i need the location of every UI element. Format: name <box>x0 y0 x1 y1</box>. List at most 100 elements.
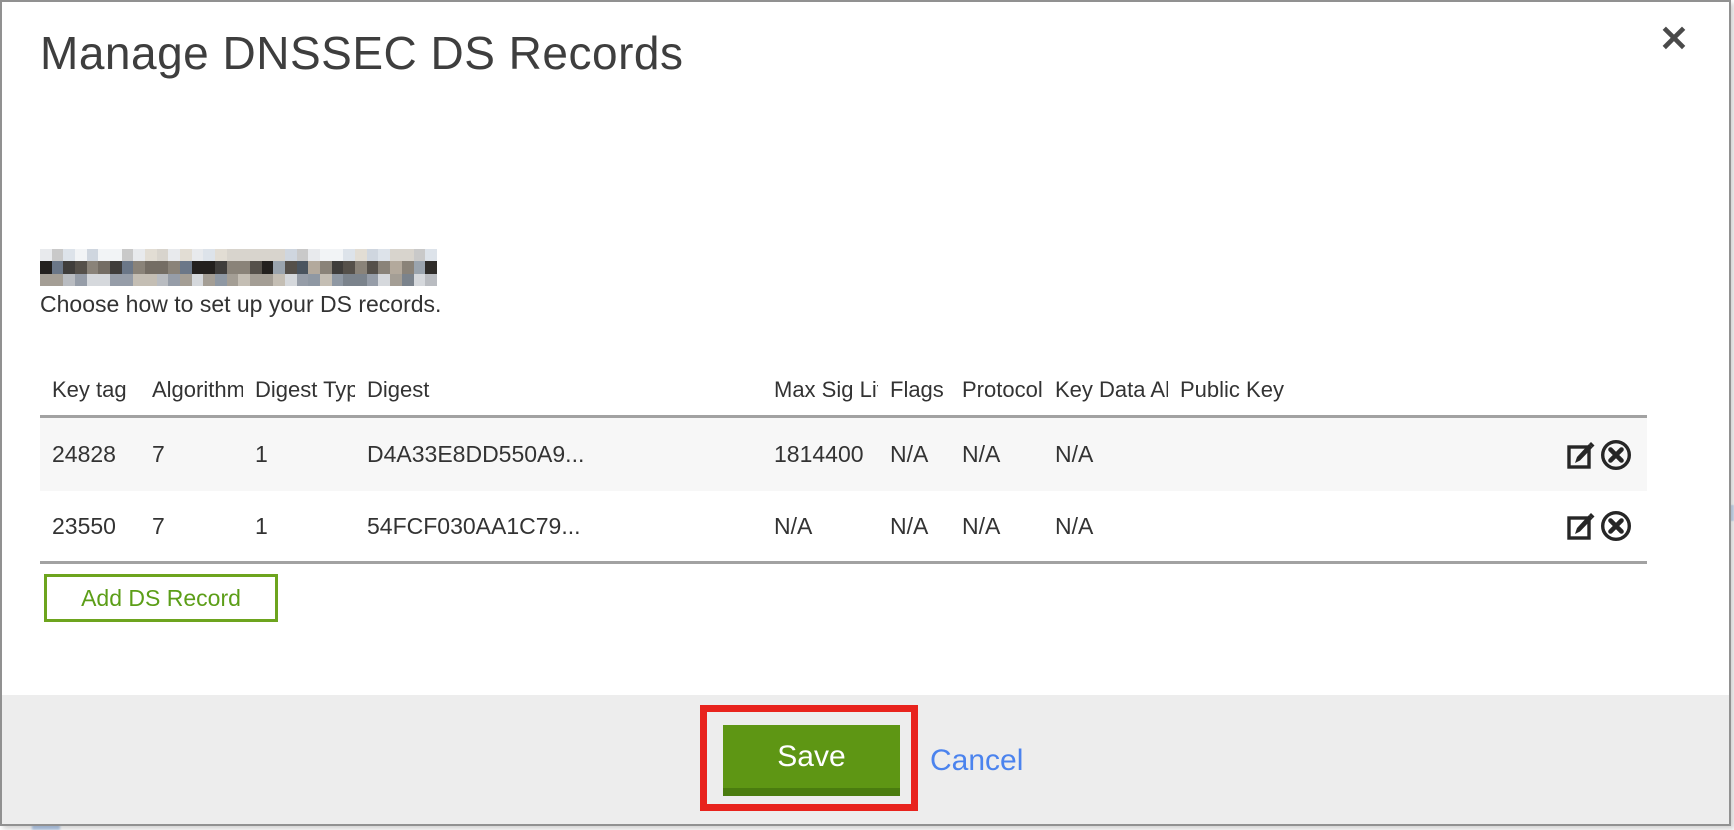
mosaic-cell <box>414 249 426 261</box>
cell-key-data-alg: N/A <box>1043 513 1168 540</box>
cell-key-tag: 23550 <box>40 513 140 540</box>
edit-record-icon[interactable] <box>1564 508 1598 544</box>
delete-record-icon[interactable] <box>1599 437 1633 473</box>
mosaic-cell <box>332 261 344 273</box>
mosaic-cell <box>297 249 309 261</box>
mosaic-cell <box>238 249 250 261</box>
mosaic-cell <box>98 261 110 273</box>
mosaic-cell <box>110 261 122 273</box>
mosaic-cell <box>390 249 402 261</box>
mosaic-cell <box>285 274 297 286</box>
mosaic-cell <box>343 261 355 273</box>
column-header-key-data-alg: Key Data Alg <box>1043 377 1168 403</box>
table-header-row: Key tag Algorithm Digest Type Digest Max… <box>40 365 1647 415</box>
column-header-digest: Digest <box>355 377 762 403</box>
mosaic-cell <box>355 249 367 261</box>
column-header-flags: Flags <box>878 377 950 403</box>
mosaic-cell <box>40 274 52 286</box>
cell-digest: D4A33E8DD550A9... <box>355 441 762 468</box>
mosaic-cell <box>215 261 227 273</box>
mosaic-cell <box>378 261 390 273</box>
mosaic-cell <box>227 261 239 273</box>
mosaic-cell <box>308 261 320 273</box>
mosaic-cell <box>157 249 169 261</box>
mosaic-cell <box>75 274 87 286</box>
mosaic-cell <box>180 274 192 286</box>
mosaic-cell <box>355 274 367 286</box>
cell-max-sig-life: N/A <box>762 513 878 540</box>
column-header-max-sig-life: Max Sig Life <box>762 377 878 403</box>
mosaic-cell <box>168 249 180 261</box>
mosaic-cell <box>63 274 75 286</box>
add-ds-record-button[interactable]: Add DS Record <box>44 574 278 622</box>
mosaic-cell <box>192 274 204 286</box>
column-header-key-tag: Key tag <box>40 377 140 403</box>
mosaic-cell <box>250 274 262 286</box>
mosaic-cell <box>343 249 355 261</box>
mosaic-cell <box>320 249 332 261</box>
column-header-algorithm: Algorithm <box>140 377 243 403</box>
mosaic-cell <box>133 261 145 273</box>
mosaic-cell <box>390 261 402 273</box>
mosaic-cell <box>157 274 169 286</box>
mosaic-cell <box>367 249 379 261</box>
mosaic-cell <box>308 274 320 286</box>
mosaic-cell <box>215 249 227 261</box>
mosaic-cell <box>227 274 239 286</box>
mosaic-cell <box>367 261 379 273</box>
mosaic-row <box>40 274 437 286</box>
cell-max-sig-life: 1814400 <box>762 441 878 468</box>
save-button[interactable]: Save <box>723 725 900 796</box>
cell-digest: 54FCF030AA1C79... <box>355 513 762 540</box>
mosaic-cell <box>262 261 274 273</box>
mosaic-cell <box>343 274 355 286</box>
mosaic-cell <box>320 274 332 286</box>
mosaic-cell <box>332 274 344 286</box>
mosaic-cell <box>273 274 285 286</box>
edit-record-icon[interactable] <box>1564 437 1598 473</box>
cell-key-data-alg: N/A <box>1043 441 1168 468</box>
intro-text: Choose how to set up your DS records. <box>40 291 441 318</box>
mosaic-cell <box>145 249 157 261</box>
mosaic-cell <box>425 249 437 261</box>
cell-algorithm: 7 <box>140 513 243 540</box>
column-header-public-key: Public Key <box>1168 377 1500 403</box>
mosaic-cell <box>250 249 262 261</box>
mosaic-cell <box>215 274 227 286</box>
mosaic-cell <box>168 261 180 273</box>
mosaic-cell <box>203 274 215 286</box>
mosaic-cell <box>285 249 297 261</box>
mosaic-cell <box>63 261 75 273</box>
mosaic-cell <box>75 261 87 273</box>
mosaic-cell <box>238 274 250 286</box>
mosaic-cell <box>98 274 110 286</box>
dnssec-ds-records-dialog: Manage DNSSEC DS Records ✕ Choose how to… <box>0 0 1731 826</box>
mosaic-cell <box>378 274 390 286</box>
mosaic-cell <box>250 261 262 273</box>
mosaic-cell <box>203 261 215 273</box>
mosaic-cell <box>87 249 99 261</box>
mosaic-cell <box>133 249 145 261</box>
mosaic-cell <box>425 274 437 286</box>
mosaic-cell <box>273 261 285 273</box>
mosaic-cell <box>180 249 192 261</box>
mosaic-cell <box>110 274 122 286</box>
cell-key-tag: 24828 <box>40 441 140 468</box>
mosaic-cell <box>180 261 192 273</box>
mosaic-cell <box>133 274 145 286</box>
mosaic-cell <box>122 249 134 261</box>
cell-algorithm: 7 <box>140 441 243 468</box>
table-row: 23550 7 1 54FCF030AA1C79... N/A N/A N/A … <box>40 491 1647 564</box>
mosaic-cell <box>203 249 215 261</box>
mosaic-cell <box>308 249 320 261</box>
mosaic-cell <box>40 249 52 261</box>
cancel-link[interactable]: Cancel <box>930 744 1023 778</box>
delete-record-icon[interactable] <box>1599 508 1633 544</box>
mosaic-row <box>40 249 437 261</box>
row-actions <box>1500 437 1647 473</box>
mosaic-cell <box>262 249 274 261</box>
row-actions <box>1500 508 1647 544</box>
mosaic-cell <box>320 261 332 273</box>
mosaic-cell <box>262 274 274 286</box>
close-icon[interactable]: ✕ <box>1651 16 1697 62</box>
